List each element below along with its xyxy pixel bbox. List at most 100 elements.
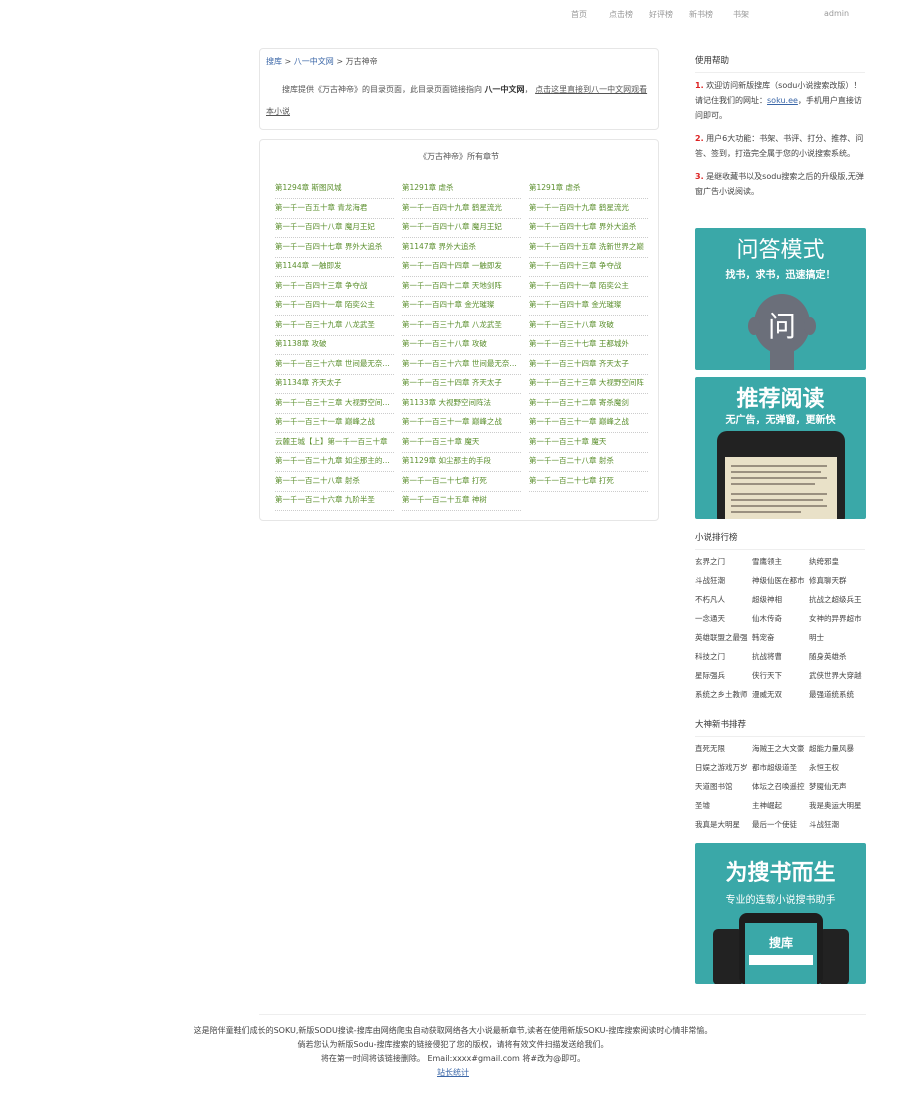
chapter-link[interactable]: 第一千一百三十四章 齐天太子	[402, 374, 521, 394]
chapter-link[interactable]: 第一千一百四十三章 争夺战	[275, 277, 394, 297]
breadcrumb-site[interactable]: 八一中文网	[294, 57, 334, 66]
rank-item[interactable]: 仙木传奇	[752, 613, 808, 624]
rank-item[interactable]: 随身英雄杀	[809, 651, 865, 662]
chapter-link[interactable]: 第一千一百四十七章 界外大追杀	[529, 218, 648, 238]
rank-item[interactable]: 星际强兵	[695, 670, 751, 681]
chapter-link[interactable]: 云麓王城【上】第一千一百三十章	[275, 433, 394, 453]
rank-item[interactable]: 我真是大明星	[695, 819, 751, 830]
rank-item[interactable]: 抗战之超级兵王	[809, 594, 865, 605]
chapter-link[interactable]: 第一千一百二十七章 打死	[402, 472, 521, 492]
chapter-link[interactable]: 第一千一百三十九章 八龙武圣	[402, 316, 521, 336]
rank-item[interactable]: 玄界之门	[695, 556, 751, 567]
stats-link[interactable]: 站长统计	[437, 1068, 469, 1077]
rank-item[interactable]: 系统之乡土教师	[695, 689, 751, 700]
chapter-link[interactable]: 第一千一百二十七章 打死	[529, 472, 648, 492]
rank-item[interactable]: 纨绔邪皇	[809, 556, 865, 567]
rank-item[interactable]: 修真聊天群	[809, 575, 865, 586]
rank-item[interactable]: 科技之门	[695, 651, 751, 662]
rank-item[interactable]: 斗战狂潮	[809, 819, 865, 830]
rank-item[interactable]: 女神的异界超市	[809, 613, 865, 624]
rank-item[interactable]: 都市超级道圣	[752, 762, 808, 773]
chapter-link[interactable]: 第1138章 攻破	[275, 335, 394, 355]
chapter-link[interactable]: 第一千一百四十七章 界外大追杀	[275, 238, 394, 258]
nav-new-rank[interactable]: 新书榜	[689, 9, 713, 20]
qa-mode-banner[interactable]: 问答模式 找书，求书，迅速搞定！ 问	[695, 228, 866, 370]
chapter-link[interactable]: 第1291章 虐杀	[529, 179, 648, 199]
chapter-link[interactable]: 第一千一百三十三章 大视野空间阵	[529, 374, 648, 394]
chapter-link[interactable]: 第一千一百四十五章 洗新世界之巅	[529, 238, 648, 258]
chapter-link[interactable]: 第1133章 大视野空间阵法	[402, 394, 521, 414]
chapter-link[interactable]: 第一千一百三十章 魔天	[402, 433, 521, 453]
rank-item[interactable]: 梦魇仙无声	[809, 781, 865, 792]
rank-item[interactable]: 天道图书馆	[695, 781, 751, 792]
rank-item[interactable]: 一念通天	[695, 613, 751, 624]
chapter-link[interactable]: 第一千一百四十八章 魔月王妃	[275, 218, 394, 238]
chapter-link[interactable]: 第一千一百三十八章 攻破	[529, 316, 648, 336]
rank-item[interactable]: 永恒王权	[809, 762, 865, 773]
chapter-link[interactable]: 第一千一百四十二章 天地剑阵	[402, 277, 521, 297]
chapter-link[interactable]: 第一千一百三十三章 大视野空间阵法	[275, 394, 394, 414]
rank-item[interactable]: 斗战狂潮	[695, 575, 751, 586]
rank-item[interactable]: 最强道统系统	[809, 689, 865, 700]
chapter-link[interactable]: 第一千一百三十四章 齐天太子	[529, 355, 648, 375]
app-promo-banner[interactable]: 为搜书而生 专业的连载小说搜书助手 搜库	[695, 843, 866, 984]
rank-item[interactable]: 抗战将曹	[752, 651, 808, 662]
chapter-link[interactable]: 第1291章 虐杀	[402, 179, 521, 199]
chapter-link[interactable]: 第一千一百三十六章 世间最无奈的事	[275, 355, 394, 375]
rank-item[interactable]: 体坛之召唤遥控	[752, 781, 808, 792]
nav-click-rank[interactable]: 点击榜	[609, 9, 633, 20]
chapter-link[interactable]: 第一千一百三十七章 王都城外	[529, 335, 648, 355]
rank-item[interactable]: 海贼王之大文豪	[752, 743, 808, 754]
chapter-link[interactable]: 第一千一百四十一章 陌奕公主	[275, 296, 394, 316]
chapter-link[interactable]: 第一千一百三十八章 攻破	[402, 335, 521, 355]
chapter-link[interactable]: 第一千一百四十九章 鹤星流光	[529, 199, 648, 219]
chapter-link[interactable]: 第一千一百四十四章 一触即发	[402, 257, 521, 277]
nav-home[interactable]: 首页	[571, 9, 587, 20]
recommend-reading-banner[interactable]: 推荐阅读 无广告，无弹窗，更新快	[695, 377, 866, 519]
rank-item[interactable]: 我是奥运大明星	[809, 800, 865, 811]
nav-rating-rank[interactable]: 好评榜	[649, 9, 673, 20]
chapter-link[interactable]: 第1129章 如尘那主的手段	[402, 452, 521, 472]
user-link[interactable]: admin	[824, 9, 849, 18]
rank-item[interactable]: 武侠世界大穿越	[809, 670, 865, 681]
rank-item[interactable]: 明士	[809, 632, 865, 643]
rank-item[interactable]: 日娱之游戏万岁	[695, 762, 751, 773]
chapter-link[interactable]: 第一千一百四十一章 陌奕公主	[529, 277, 648, 297]
rank-item[interactable]: 直死无限	[695, 743, 751, 754]
chapter-link[interactable]: 第一千一百三十一章 巅峰之战	[402, 413, 521, 433]
chapter-link[interactable]: 第一千一百三十九章 八龙武圣	[275, 316, 394, 336]
chapter-link[interactable]: 第一千一百三十一章 巅峰之战	[275, 413, 394, 433]
chapter-link[interactable]: 第一千一百四十八章 魔月王妃	[402, 218, 521, 238]
chapter-link[interactable]: 第1144章 一触即发	[275, 257, 394, 277]
chapter-link[interactable]: 第一千一百二十九章 如尘那主的手段	[275, 452, 394, 472]
breadcrumb-home[interactable]: 搜库	[266, 57, 282, 66]
chapter-link[interactable]: 第一千一百二十六章 九阶半圣	[275, 491, 394, 511]
chapter-link[interactable]: 第一千一百四十九章 鹤星流光	[402, 199, 521, 219]
chapter-link[interactable]: 第一千一百三十二章 寄杀魔剑	[529, 394, 648, 414]
rank-item[interactable]: 英雄联盟之最强	[695, 632, 751, 643]
chapter-link[interactable]: 第一千一百二十八章 射杀	[529, 452, 648, 472]
rank-item[interactable]: 超级神相	[752, 594, 808, 605]
chapter-link[interactable]: 第一千一百二十八章 射杀	[275, 472, 394, 492]
chapter-link[interactable]: 第1294章 斯图风城	[275, 179, 394, 199]
rank-item[interactable]: 韩宠奋	[752, 632, 808, 643]
chapter-link[interactable]: 第1147章 界外大追杀	[402, 238, 521, 258]
chapter-link[interactable]: 第一千一百四十三章 争夺战	[529, 257, 648, 277]
site-url-link[interactable]: soku.ee	[767, 96, 798, 105]
chapter-link[interactable]: 第一千一百三十章 魔天	[529, 433, 648, 453]
rank-item[interactable]: 超能力量风暴	[809, 743, 865, 754]
chapter-link[interactable]: 第一千一百五十章 青龙海君	[275, 199, 394, 219]
chapter-link[interactable]: 第1134章 齐天太子	[275, 374, 394, 394]
rank-item[interactable]: 最后一个使徒	[752, 819, 808, 830]
rank-item[interactable]: 主神崛起	[752, 800, 808, 811]
rank-item[interactable]: 不朽凡人	[695, 594, 751, 605]
rank-item[interactable]: 圣墟	[695, 800, 751, 811]
rank-item[interactable]: 神级仙医在都市	[752, 575, 808, 586]
chapter-link[interactable]: 第一千一百三十六章 世间最无奈的事	[402, 355, 521, 375]
chapter-link[interactable]: 第一千一百二十五章 神树	[402, 491, 521, 511]
chapter-link[interactable]: 第一千一百四十章 金光璀璨	[529, 296, 648, 316]
rank-item[interactable]: 侠行天下	[752, 670, 808, 681]
rank-item[interactable]: 漫威无双	[752, 689, 808, 700]
chapter-link[interactable]: 第一千一百四十章 金光璀璨	[402, 296, 521, 316]
nav-bookshelf[interactable]: 书架	[733, 9, 749, 20]
